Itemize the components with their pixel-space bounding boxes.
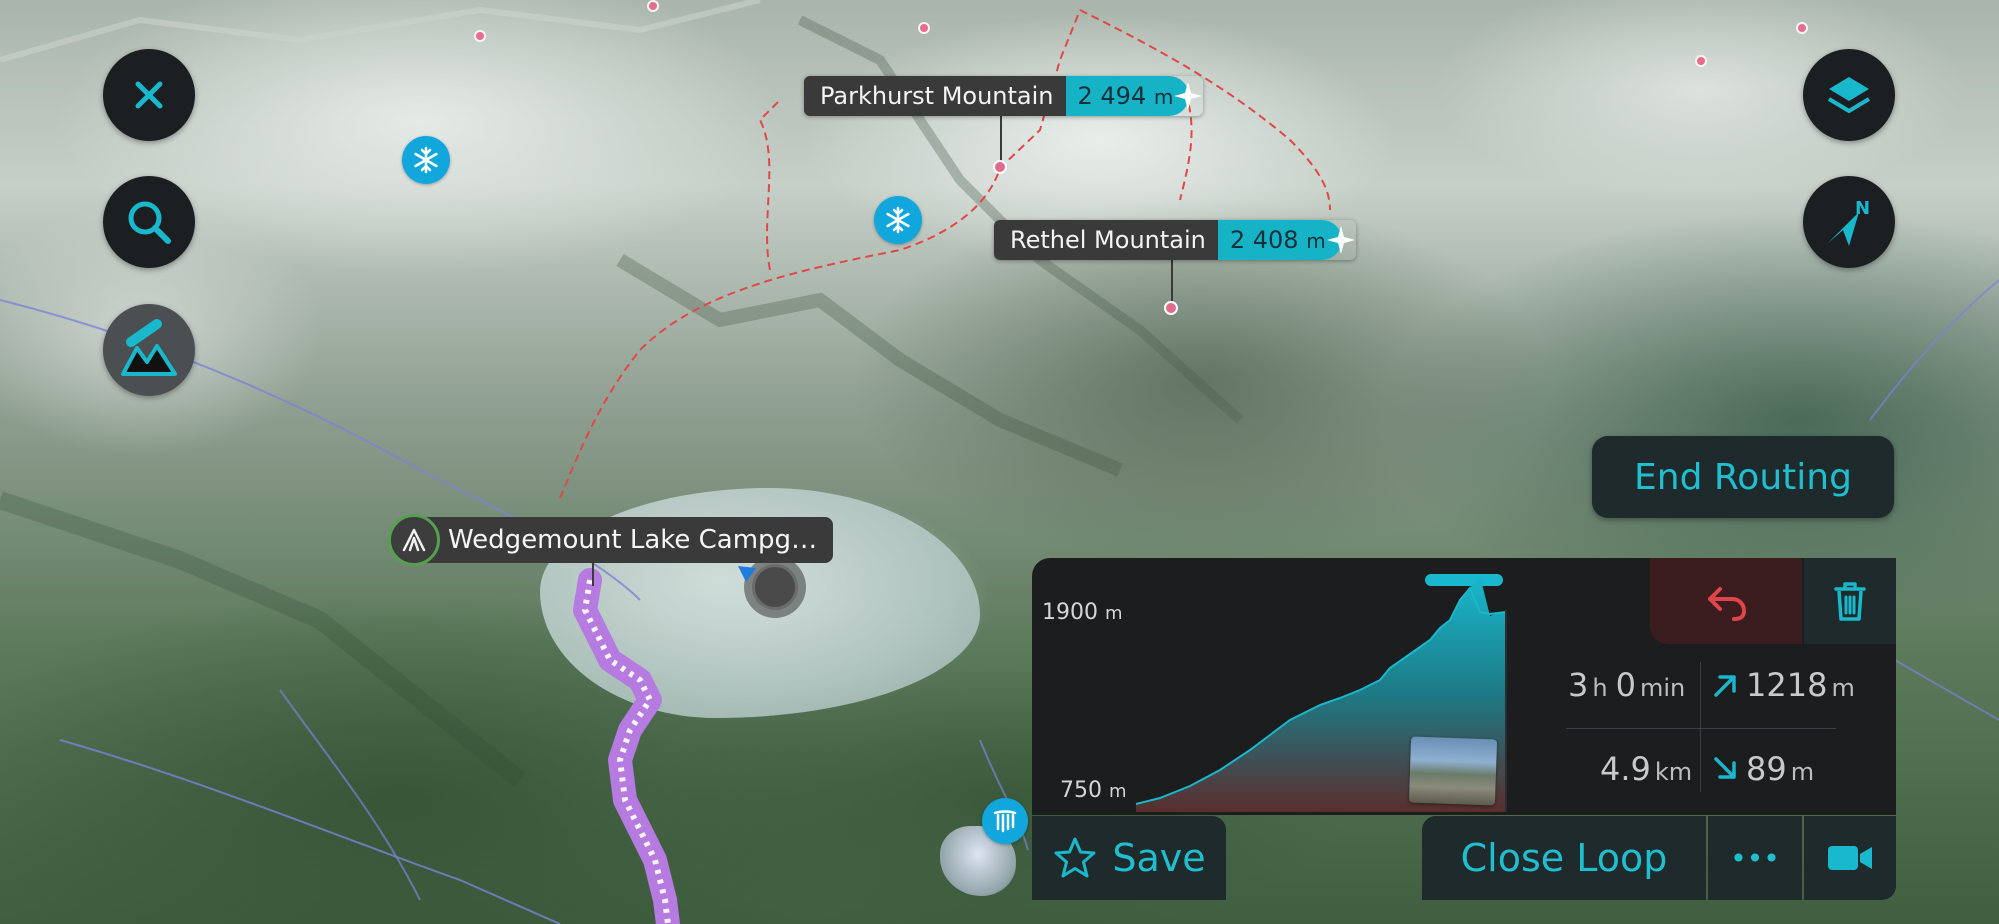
close-loop-button[interactable]: Close Loop — [1422, 816, 1706, 900]
distance-stat: 4.9 km — [1600, 750, 1693, 788]
video-flyover-button[interactable] — [1804, 816, 1896, 900]
stats-divider — [1566, 728, 1836, 729]
save-button[interactable]: Save — [1032, 816, 1226, 900]
descent-stat: 89 m — [1712, 750, 1814, 788]
more-options-button[interactable]: ••• — [1708, 816, 1802, 900]
map-view[interactable]: Parkhurst Mountain 2 494 m Rethel Mounta… — [0, 0, 1999, 924]
stats-divider — [1700, 662, 1701, 792]
descent-arrow-icon — [1714, 757, 1736, 779]
duration-stat: 3h 0 min — [1568, 666, 1686, 704]
star-icon — [1054, 837, 1096, 878]
route-photo-thumbnail[interactable] — [1408, 736, 1498, 806]
more-icon: ••• — [1730, 841, 1780, 875]
tent-icon — [388, 514, 440, 566]
ascent-stat: 1218 m — [1712, 666, 1855, 704]
video-camera-icon — [1828, 846, 1872, 870]
ascent-arrow-icon — [1714, 675, 1736, 697]
